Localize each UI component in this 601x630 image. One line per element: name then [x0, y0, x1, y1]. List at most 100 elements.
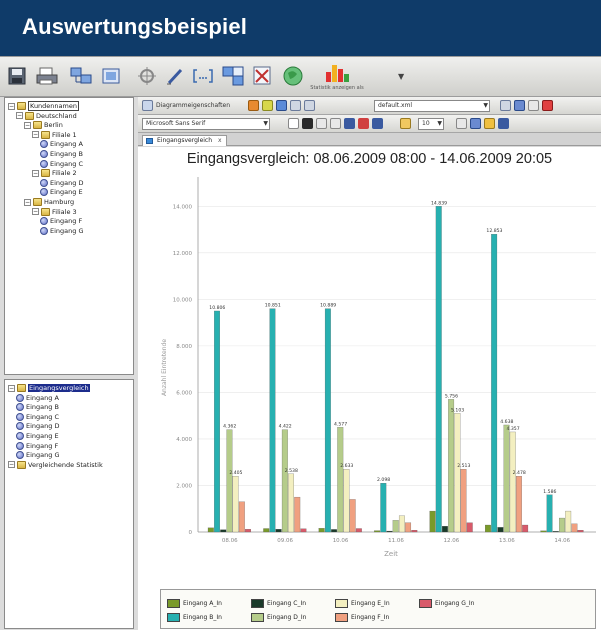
tree-item-label: Eingang A: [50, 140, 83, 149]
bar: [522, 524, 529, 533]
tree-item[interactable]: Eingang F: [16, 441, 58, 451]
folder-icon: [17, 384, 26, 392]
tree-item[interactable]: Eingang E: [16, 431, 59, 441]
tree-item[interactable]: − Filiale 3: [32, 207, 77, 217]
x-tick-label: 09.06: [277, 538, 293, 544]
tree-item[interactable]: Eingang B: [40, 149, 83, 159]
tree-item[interactable]: − Berlin: [24, 120, 63, 130]
expand-toggle[interactable]: −: [24, 198, 31, 206]
tree-item[interactable]: − Deutschland: [16, 111, 77, 121]
bracket-icon[interactable]: [190, 64, 216, 88]
close-icon[interactable]: x: [218, 137, 222, 144]
tree-item[interactable]: Eingang D: [40, 178, 83, 188]
expand-toggle[interactable]: −: [32, 131, 39, 139]
tree-item[interactable]: Eingang C: [16, 412, 59, 422]
data-label: 5.103: [451, 407, 464, 413]
bar: [571, 523, 578, 533]
align-right-icon[interactable]: [372, 118, 383, 129]
export-icon[interactable]: [98, 64, 124, 88]
folder-icon: [33, 121, 42, 130]
redo-icon[interactable]: [304, 100, 315, 111]
chevron-down-icon[interactable]: ▼: [398, 72, 404, 81]
align-center-icon[interactable]: [358, 118, 369, 129]
border-icon[interactable]: [456, 118, 467, 129]
paint-icon[interactable]: [248, 100, 259, 111]
tree-item-label: Eingang E: [26, 432, 59, 440]
expand-toggle[interactable]: −: [32, 208, 39, 216]
save-template-icon[interactable]: [514, 100, 525, 111]
data-label: 2.538: [285, 468, 298, 474]
text-color-icon[interactable]: [288, 118, 299, 129]
network-icon: [16, 432, 24, 440]
tree-item[interactable]: − Vergleichende Statistik: [8, 460, 103, 470]
tree-item[interactable]: Eingang G: [16, 450, 60, 460]
underline-icon[interactable]: [330, 118, 341, 129]
save-icon[interactable]: [4, 64, 30, 88]
highlight-icon[interactable]: [262, 100, 273, 111]
expand-toggle[interactable]: −: [8, 384, 15, 392]
print-icon[interactable]: [34, 64, 60, 88]
grid-icon[interactable]: [470, 118, 481, 129]
report-icon[interactable]: [250, 64, 276, 88]
bar: [485, 524, 491, 533]
folder-icon: [41, 207, 50, 216]
bar: [565, 510, 572, 533]
tab-eingangsvergleich[interactable]: Eingangsvergleich x: [142, 135, 227, 146]
data-icon[interactable]: [276, 100, 287, 111]
align-left-icon[interactable]: [344, 118, 355, 129]
expand-toggle[interactable]: −: [32, 169, 39, 177]
tree-item-label: Eingang G: [26, 451, 60, 460]
legend-swatch: [251, 599, 264, 608]
tree-item[interactable]: − Hamburg: [24, 197, 74, 207]
bold-icon[interactable]: [302, 118, 313, 129]
layout-button[interactable]: Diagrammeigenschaften: [156, 100, 230, 112]
delete-icon[interactable]: [542, 100, 553, 111]
network-icon: [16, 441, 24, 450]
undo-icon[interactable]: [290, 100, 301, 111]
italic-icon[interactable]: [316, 118, 327, 129]
expand-toggle[interactable]: −: [24, 121, 31, 129]
legend-icon[interactable]: [484, 118, 495, 129]
bar: [214, 310, 220, 533]
expand-toggle[interactable]: −: [16, 112, 23, 120]
open-icon[interactable]: [500, 100, 511, 111]
tree-item[interactable]: Eingang A: [40, 139, 83, 149]
globe-icon[interactable]: [280, 64, 306, 88]
settings-icon[interactable]: [134, 64, 160, 88]
compare-icon[interactable]: [220, 64, 246, 88]
tree-item[interactable]: Eingang A: [16, 393, 59, 403]
tree-item[interactable]: − Eingangsvergleich: [8, 383, 90, 393]
copy-icon[interactable]: [528, 100, 539, 111]
font-select[interactable]: Microsoft Sans Serif ▼: [142, 118, 270, 130]
tree-item-label: Eingang A: [26, 393, 59, 402]
x-tick-label: 14.06: [554, 538, 570, 544]
bar: [300, 528, 307, 533]
tree-item[interactable]: Eingang G: [40, 226, 84, 236]
size-select[interactable]: 10 ▼: [418, 118, 444, 130]
pencil-icon[interactable]: [162, 64, 188, 88]
fill-icon[interactable]: [400, 118, 411, 129]
tree-item[interactable]: Eingang D: [16, 421, 59, 431]
expand-toggle[interactable]: −: [8, 102, 15, 110]
chart-display-button[interactable]: Statistik anzeigen als: [304, 60, 370, 94]
layout-icon[interactable]: [142, 100, 153, 111]
network-icon[interactable]: [68, 64, 94, 88]
bar: [275, 529, 282, 533]
tree-item[interactable]: − Filiale 2: [32, 168, 77, 178]
legend-label: Eingang E_In: [351, 600, 390, 607]
bar: [281, 429, 288, 533]
data-label: 10.851: [265, 303, 281, 309]
axis-icon[interactable]: [498, 118, 509, 129]
tree-item[interactable]: − Kundennamen: [8, 101, 79, 111]
tree-item[interactable]: Eingang C: [40, 159, 83, 169]
bar: [324, 308, 331, 533]
tree-item[interactable]: Eingang E: [40, 187, 83, 197]
expand-toggle[interactable]: −: [8, 461, 15, 469]
network-icon: [40, 159, 48, 168]
template-select[interactable]: default.xml ▼: [374, 100, 490, 112]
tree-item[interactable]: Eingang B: [16, 402, 59, 412]
tree-item[interactable]: Eingang F: [40, 216, 82, 226]
tree-item[interactable]: − Filiale 1: [32, 130, 77, 140]
data-label: 2.098: [377, 477, 390, 483]
y-tick-label: 8.000: [176, 344, 192, 350]
